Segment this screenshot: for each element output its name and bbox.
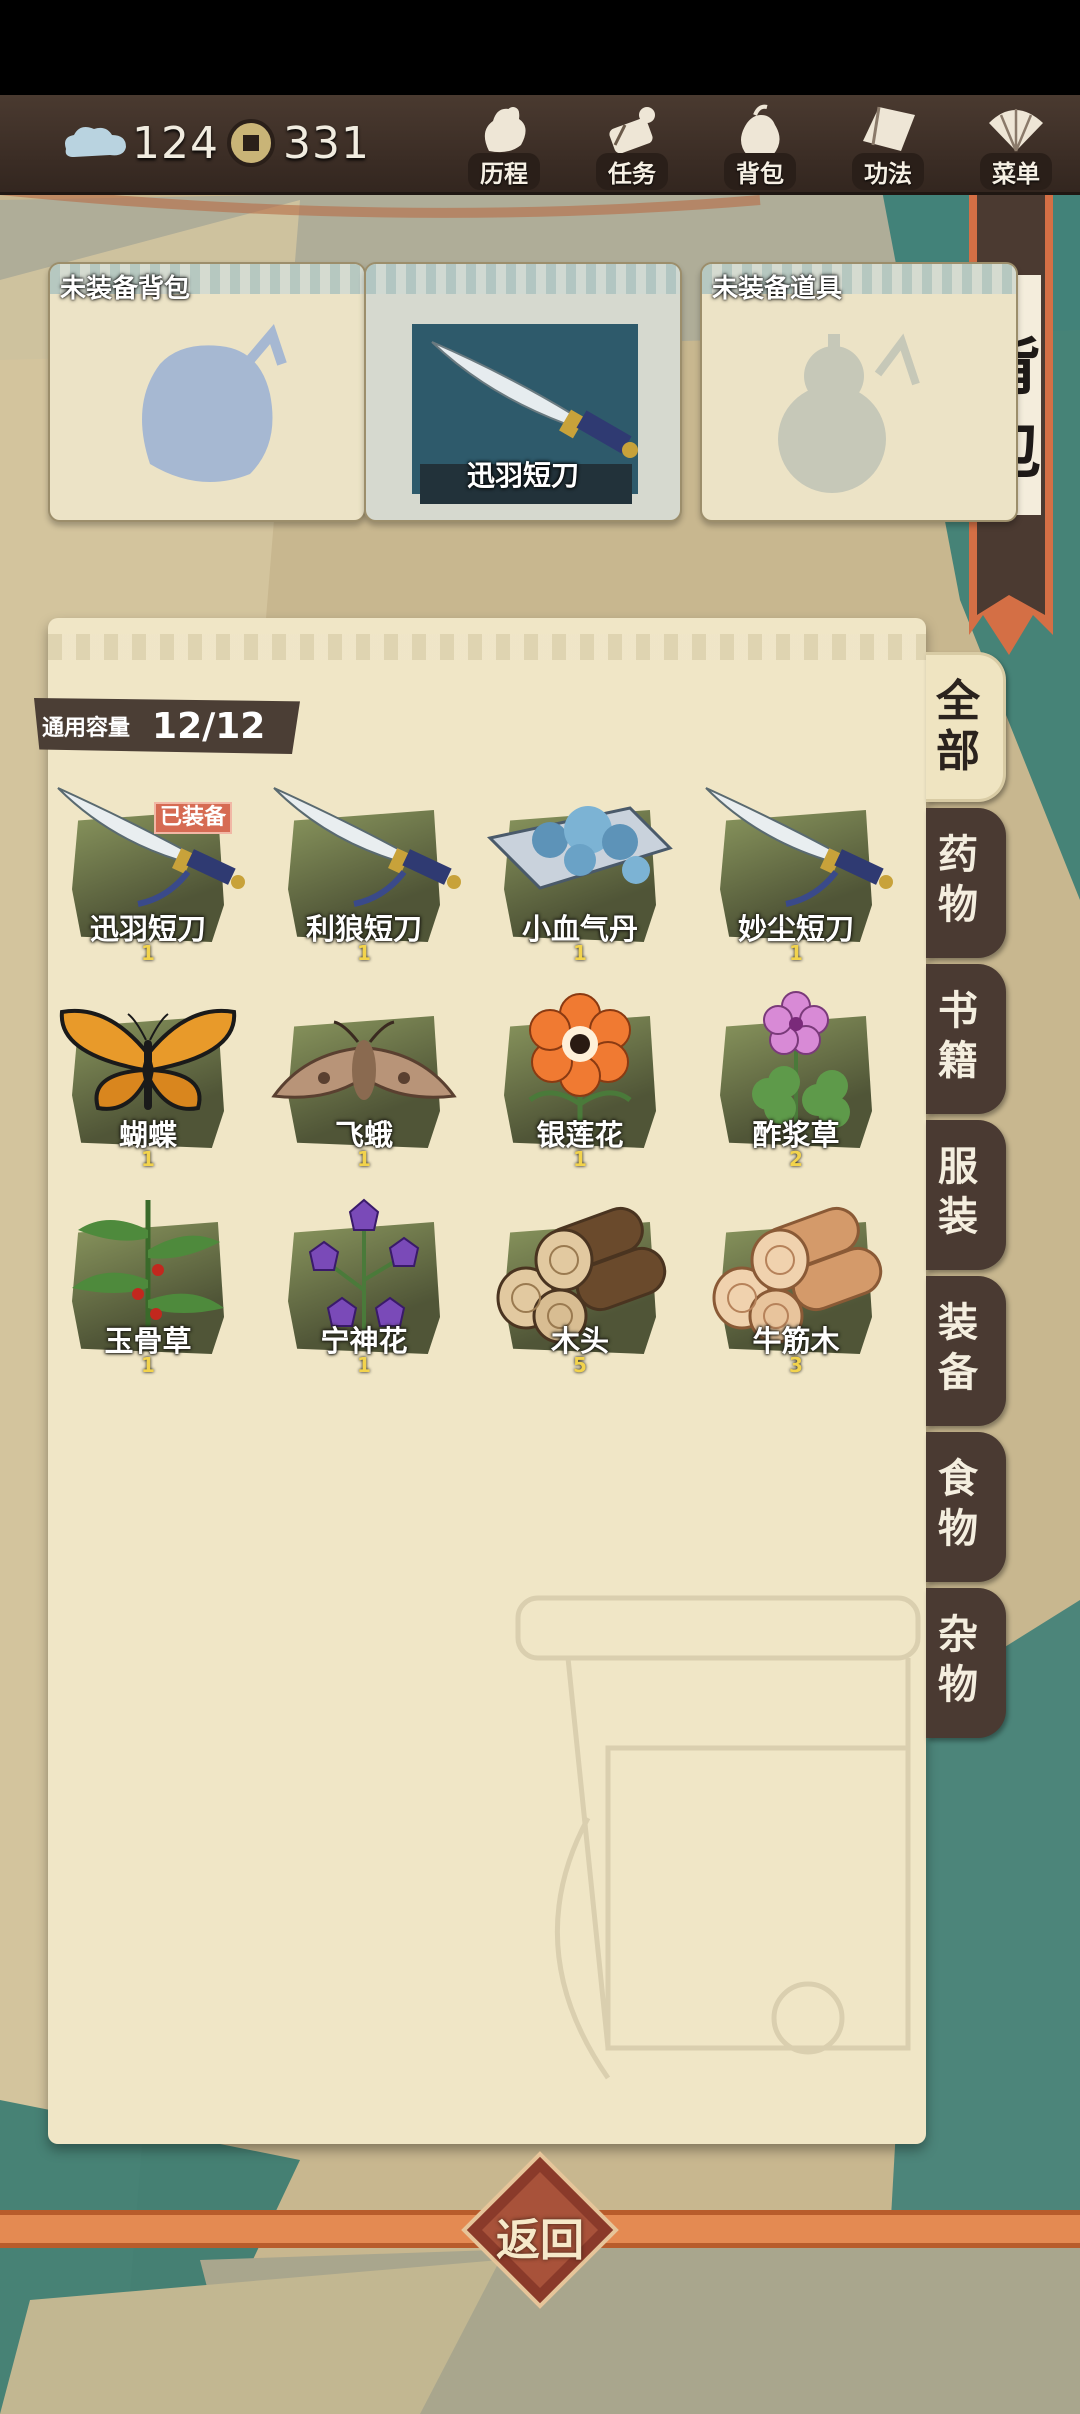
- coin-icon: [226, 119, 275, 167]
- bag-slot[interactable]: 未装备背包: [48, 262, 366, 522]
- back-label: 返回: [496, 2215, 584, 2266]
- item-count: 1: [789, 941, 803, 965]
- task-scroll-icon: [609, 107, 655, 154]
- item-count: 1: [573, 941, 587, 965]
- bag-icon: [741, 104, 780, 155]
- tab-food[interactable]: 食物: [926, 1432, 1006, 1582]
- capacity-value: 12/12: [152, 705, 266, 747]
- tool-slot[interactable]: 未装备道具: [700, 262, 1018, 522]
- tab-clothing[interactable]: 服装: [926, 1120, 1006, 1270]
- tab-label: 装备: [938, 1300, 978, 1396]
- inventory-item[interactable]: 蝴蝶 1: [48, 984, 248, 1180]
- tool-slot-label: 未装备道具: [712, 274, 843, 304]
- system-status-bar: [0, 0, 1080, 95]
- spirit-amount: 124: [132, 117, 219, 169]
- inventory-item[interactable]: 利狼短刀 1: [264, 778, 464, 974]
- panel-trim: [48, 634, 926, 660]
- tab-label: 食物: [938, 1456, 978, 1552]
- item-count: 5: [573, 1353, 587, 1377]
- inventory-item[interactable]: 宁神花 1: [264, 1190, 464, 1386]
- item-count: 1: [573, 1147, 587, 1171]
- tab-label: 全部: [936, 676, 980, 777]
- item-count: 1: [357, 941, 371, 965]
- item-count: 1: [141, 941, 155, 965]
- item-count: 2: [789, 1147, 803, 1171]
- inventory-item[interactable]: 牛筋木 3: [696, 1190, 896, 1386]
- item-count: 1: [357, 1353, 371, 1377]
- top-bar: 124 331 历程 任务 背包 功法 菜单: [0, 95, 1080, 195]
- item-count: 3: [789, 1353, 803, 1377]
- back-button[interactable]: 返回: [460, 2150, 620, 2310]
- spirit-cloud-icon: [65, 127, 126, 157]
- tab-misc[interactable]: 杂物: [926, 1588, 1006, 1738]
- journey-icon: [484, 107, 526, 153]
- nav-bag-button[interactable]: 背包: [710, 101, 810, 193]
- tab-equipment[interactable]: 装备: [926, 1276, 1006, 1426]
- coin-amount: 331: [282, 117, 370, 169]
- inventory-item[interactable]: 银莲花 1: [480, 984, 680, 1180]
- tab-label: 杂物: [938, 1612, 978, 1708]
- bag-slot-label: 未装备背包: [60, 274, 191, 304]
- weapon-slot[interactable]: 迅羽短刀: [364, 262, 682, 522]
- tab-books[interactable]: 书籍: [926, 964, 1006, 1114]
- nav-task-button[interactable]: 任务: [582, 101, 682, 193]
- nav-skills-button[interactable]: 功法: [838, 101, 938, 193]
- tab-label: 服装: [938, 1144, 978, 1240]
- item-count: 1: [141, 1353, 155, 1377]
- currency-display: 124 331: [60, 113, 370, 173]
- inventory-item[interactable]: 已装备 迅羽短刀 1: [48, 778, 248, 974]
- equipped-badge: 已装备: [154, 802, 233, 834]
- tab-medicine[interactable]: 药物: [926, 808, 1006, 958]
- inventory-item[interactable]: 木头 5: [480, 1190, 680, 1386]
- inventory-item[interactable]: 玉骨草 1: [48, 1190, 248, 1386]
- tab-label: 书籍: [938, 988, 978, 1084]
- capacity-display: 通用容量 12/12: [34, 698, 300, 754]
- inventory-item[interactable]: 飞蛾 1: [264, 984, 464, 1180]
- inventory-item[interactable]: 小血气丹 1: [480, 778, 680, 974]
- fan-menu-icon: [989, 109, 1043, 152]
- inventory-item[interactable]: 酢浆草 2: [696, 984, 896, 1180]
- capacity-label: 通用容量: [42, 716, 131, 741]
- book-icon: [863, 106, 915, 151]
- tab-all[interactable]: 全部: [926, 652, 1006, 802]
- tab-label: 药物: [938, 832, 978, 928]
- item-count: 1: [357, 1147, 371, 1171]
- inventory-item[interactable]: 妙尘短刀 1: [696, 778, 896, 974]
- nav-journey-button[interactable]: 历程: [454, 101, 554, 193]
- weapon-slot-label: 迅羽短刀: [466, 459, 579, 492]
- nav-menu-button[interactable]: 菜单: [966, 101, 1066, 193]
- item-count: 1: [141, 1147, 155, 1171]
